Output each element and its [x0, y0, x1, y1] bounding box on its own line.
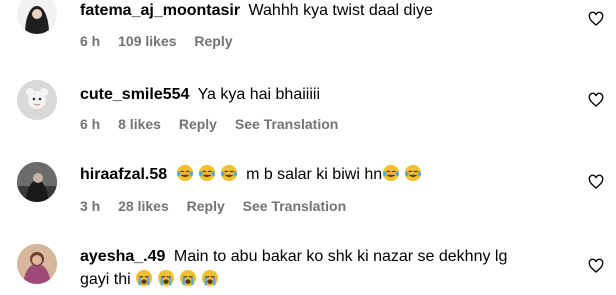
heart-outline-icon[interactable]	[588, 11, 604, 27]
face-with-tears-of-joy-icon	[383, 164, 400, 182]
face-with-tears-of-joy-icon	[176, 164, 193, 182]
avatar[interactable]	[17, 162, 57, 202]
face-with-tears-of-joy-icon	[405, 164, 422, 182]
likes-count[interactable]: 28 likes	[118, 198, 169, 214]
username[interactable]: cute_smile554	[80, 86, 189, 103]
timestamp[interactable]: 6 h	[80, 116, 100, 132]
likes-count[interactable]: 109 likes	[118, 33, 176, 49]
username[interactable]: hiraafzal.58	[80, 166, 167, 183]
face-with-tears-of-joy-icon	[220, 164, 237, 182]
see-translation-button[interactable]: See Translation	[235, 116, 338, 132]
loudly-crying-face-icon	[136, 269, 153, 287]
likes-count[interactable]: 8 likes	[118, 116, 161, 132]
comment-text-line-2: gayi thi	[80, 271, 131, 288]
reply-button[interactable]: Reply	[187, 198, 225, 214]
avatar[interactable]	[17, 244, 57, 284]
comment-text: Wahhh kya twist daal diye	[248, 2, 433, 19]
heart-outline-icon[interactable]	[588, 258, 604, 274]
timestamp[interactable]: 3 h	[80, 198, 100, 214]
avatar[interactable]	[17, 80, 57, 120]
heart-outline-icon[interactable]	[588, 92, 604, 108]
avatar[interactable]	[17, 0, 57, 34]
reply-button[interactable]: Reply	[179, 116, 217, 132]
see-translation-button[interactable]: See Translation	[243, 198, 346, 214]
comment-text: m b salar ki biwi hn	[246, 166, 383, 183]
loudly-crying-face-icon	[202, 269, 219, 287]
heart-outline-icon[interactable]	[588, 174, 604, 190]
loudly-crying-face-icon	[180, 269, 197, 287]
loudly-crying-face-icon	[158, 269, 175, 287]
username[interactable]: ayesha_.49	[80, 248, 165, 265]
comment-text-line-1: Main to abu bakar ko shk ki nazar se dek…	[173, 248, 508, 265]
comment-text: Ya kya hai bhaiiiii	[197, 86, 320, 103]
timestamp[interactable]: 6 h	[80, 33, 100, 49]
username[interactable]: fatema_aj_moontasir	[80, 2, 240, 19]
face-with-tears-of-joy-icon	[198, 164, 215, 182]
reply-button[interactable]: Reply	[194, 33, 232, 49]
